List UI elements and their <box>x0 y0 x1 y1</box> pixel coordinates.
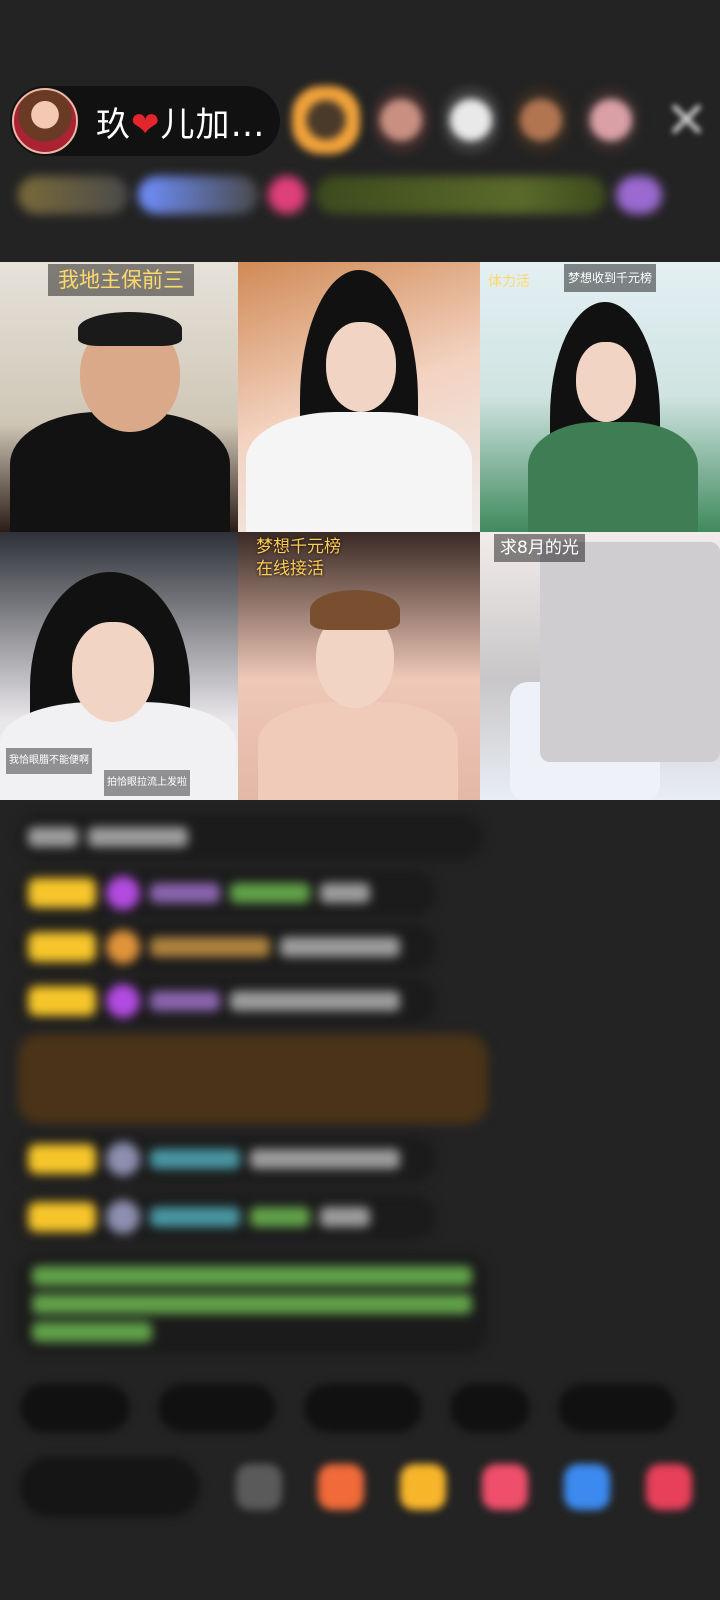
host-name-suffix: 儿加… <box>160 104 266 145</box>
level-badge <box>28 986 96 1016</box>
cell-overlay-text: 拍恰眼拉流上发啦 <box>104 770 190 796</box>
chat-username <box>150 991 220 1011</box>
video-cell-1[interactable]: 我地主保前三 <box>0 262 238 532</box>
viewer-avatar[interactable] <box>582 86 640 154</box>
gift-box-icon[interactable] <box>318 1464 364 1510</box>
close-icon[interactable] <box>664 96 708 140</box>
cell-label-line: 在线接活 <box>256 559 324 579</box>
chat-text <box>230 991 400 1011</box>
chat-username <box>150 883 220 903</box>
blanket-shape <box>540 542 720 762</box>
quick-reply-chip[interactable] <box>158 1384 276 1432</box>
more-chip[interactable] <box>616 176 662 214</box>
gift-icon[interactable] <box>646 1464 692 1510</box>
level-badge <box>28 1202 96 1232</box>
chat-message[interactable] <box>18 814 483 860</box>
highlight-message[interactable] <box>18 1034 488 1124</box>
host-avatar[interactable] <box>12 88 78 154</box>
multi-guest-video-grid: 我地主保前三 体力活 梦想收到千元榜 我恰眼腊不能便啊 拍恰眼拉流上发啦 梦想千… <box>0 262 720 800</box>
viewer-count-chip[interactable] <box>138 176 258 214</box>
host-name: 玖❤儿加… <box>96 97 266 146</box>
person-body <box>258 702 458 800</box>
hot-rank-chip[interactable] <box>18 176 128 214</box>
chat-text <box>250 1149 400 1169</box>
fan-badge-icon <box>106 1200 140 1234</box>
emoji-icon[interactable] <box>236 1464 282 1510</box>
viewer-avatar[interactable] <box>512 86 570 154</box>
chat-text <box>320 883 370 903</box>
video-cell-4[interactable]: 我恰眼腊不能便啊 拍恰眼拉流上发啦 <box>0 532 238 800</box>
quick-reply-chip[interactable] <box>20 1384 130 1432</box>
fan-badge-icon <box>106 984 140 1018</box>
bottom-toolbar <box>20 1452 720 1522</box>
host-info-pill[interactable]: 玖❤儿加… <box>10 86 280 156</box>
video-cell-6[interactable]: 求8月的光 <box>480 532 720 800</box>
chat-text <box>88 827 188 847</box>
game-icon[interactable] <box>564 1464 610 1510</box>
chat-message[interactable] <box>18 1136 436 1182</box>
viewer-avatar[interactable] <box>442 86 500 154</box>
heart-icon: ❤ <box>131 104 161 145</box>
quick-reply-chip[interactable] <box>558 1384 676 1432</box>
viewer-avatar[interactable] <box>372 86 430 154</box>
viewer-avatar[interactable] <box>292 86 360 154</box>
person-body <box>528 422 698 532</box>
top-viewer-avatars <box>292 86 640 154</box>
chat-username <box>150 937 270 957</box>
fan-badge-icon <box>106 876 140 910</box>
quick-reply-bar <box>20 1384 676 1432</box>
chat-text <box>32 1294 472 1314</box>
chat-text <box>250 1207 310 1227</box>
fan-badge-icon <box>106 930 140 964</box>
level-badge <box>28 932 96 962</box>
fan-club-icon[interactable] <box>482 1464 528 1510</box>
person-hair <box>78 312 182 346</box>
video-cell-3[interactable]: 体力活 梦想收到千元榜 <box>480 262 720 532</box>
chat-text <box>32 1266 472 1286</box>
room-info-strip <box>18 172 698 218</box>
quick-reply-chip[interactable] <box>450 1384 530 1432</box>
chat-username <box>150 1207 240 1227</box>
person-face <box>72 622 154 722</box>
chat-text <box>320 1207 370 1227</box>
chat-text <box>230 883 310 903</box>
cell-label: 求8月的光 <box>494 534 585 562</box>
person-face <box>326 322 396 412</box>
system-notice-message[interactable] <box>18 1254 488 1354</box>
gift-chip[interactable] <box>268 176 306 214</box>
cell-label: 梦想千元榜 在线接活 <box>248 534 349 582</box>
video-cell-2[interactable] <box>238 262 480 532</box>
cell-sub-label: 体力活 <box>488 274 530 290</box>
cell-label-line: 梦想千元榜 <box>256 537 341 557</box>
cell-label: 梦想收到千元榜 <box>564 264 657 292</box>
person-body <box>246 412 472 532</box>
notice-chip[interactable] <box>316 176 606 214</box>
quick-reply-chip[interactable] <box>304 1384 422 1432</box>
chat-text <box>280 937 400 957</box>
cell-overlay-text: 我恰眼腊不能便啊 <box>6 748 92 774</box>
chat-message[interactable] <box>18 1194 436 1240</box>
chat-message[interactable] <box>18 924 436 970</box>
level-badge <box>28 878 96 908</box>
chat-text <box>32 1322 152 1342</box>
video-cell-5[interactable]: 梦想千元榜 在线接活 <box>238 532 480 800</box>
chat-input-button[interactable] <box>20 1457 200 1517</box>
person-hair <box>310 590 400 630</box>
chat-text <box>28 827 78 847</box>
fan-badge-icon <box>106 1142 140 1176</box>
level-badge <box>28 1144 96 1174</box>
chat-message[interactable] <box>18 870 436 916</box>
host-name-prefix: 玖 <box>96 104 131 145</box>
cell-label: 我地主保前三 <box>48 264 194 296</box>
treasure-icon[interactable] <box>400 1464 446 1510</box>
person-face <box>576 342 636 422</box>
chat-username <box>150 1149 240 1169</box>
chat-message[interactable] <box>18 978 436 1024</box>
